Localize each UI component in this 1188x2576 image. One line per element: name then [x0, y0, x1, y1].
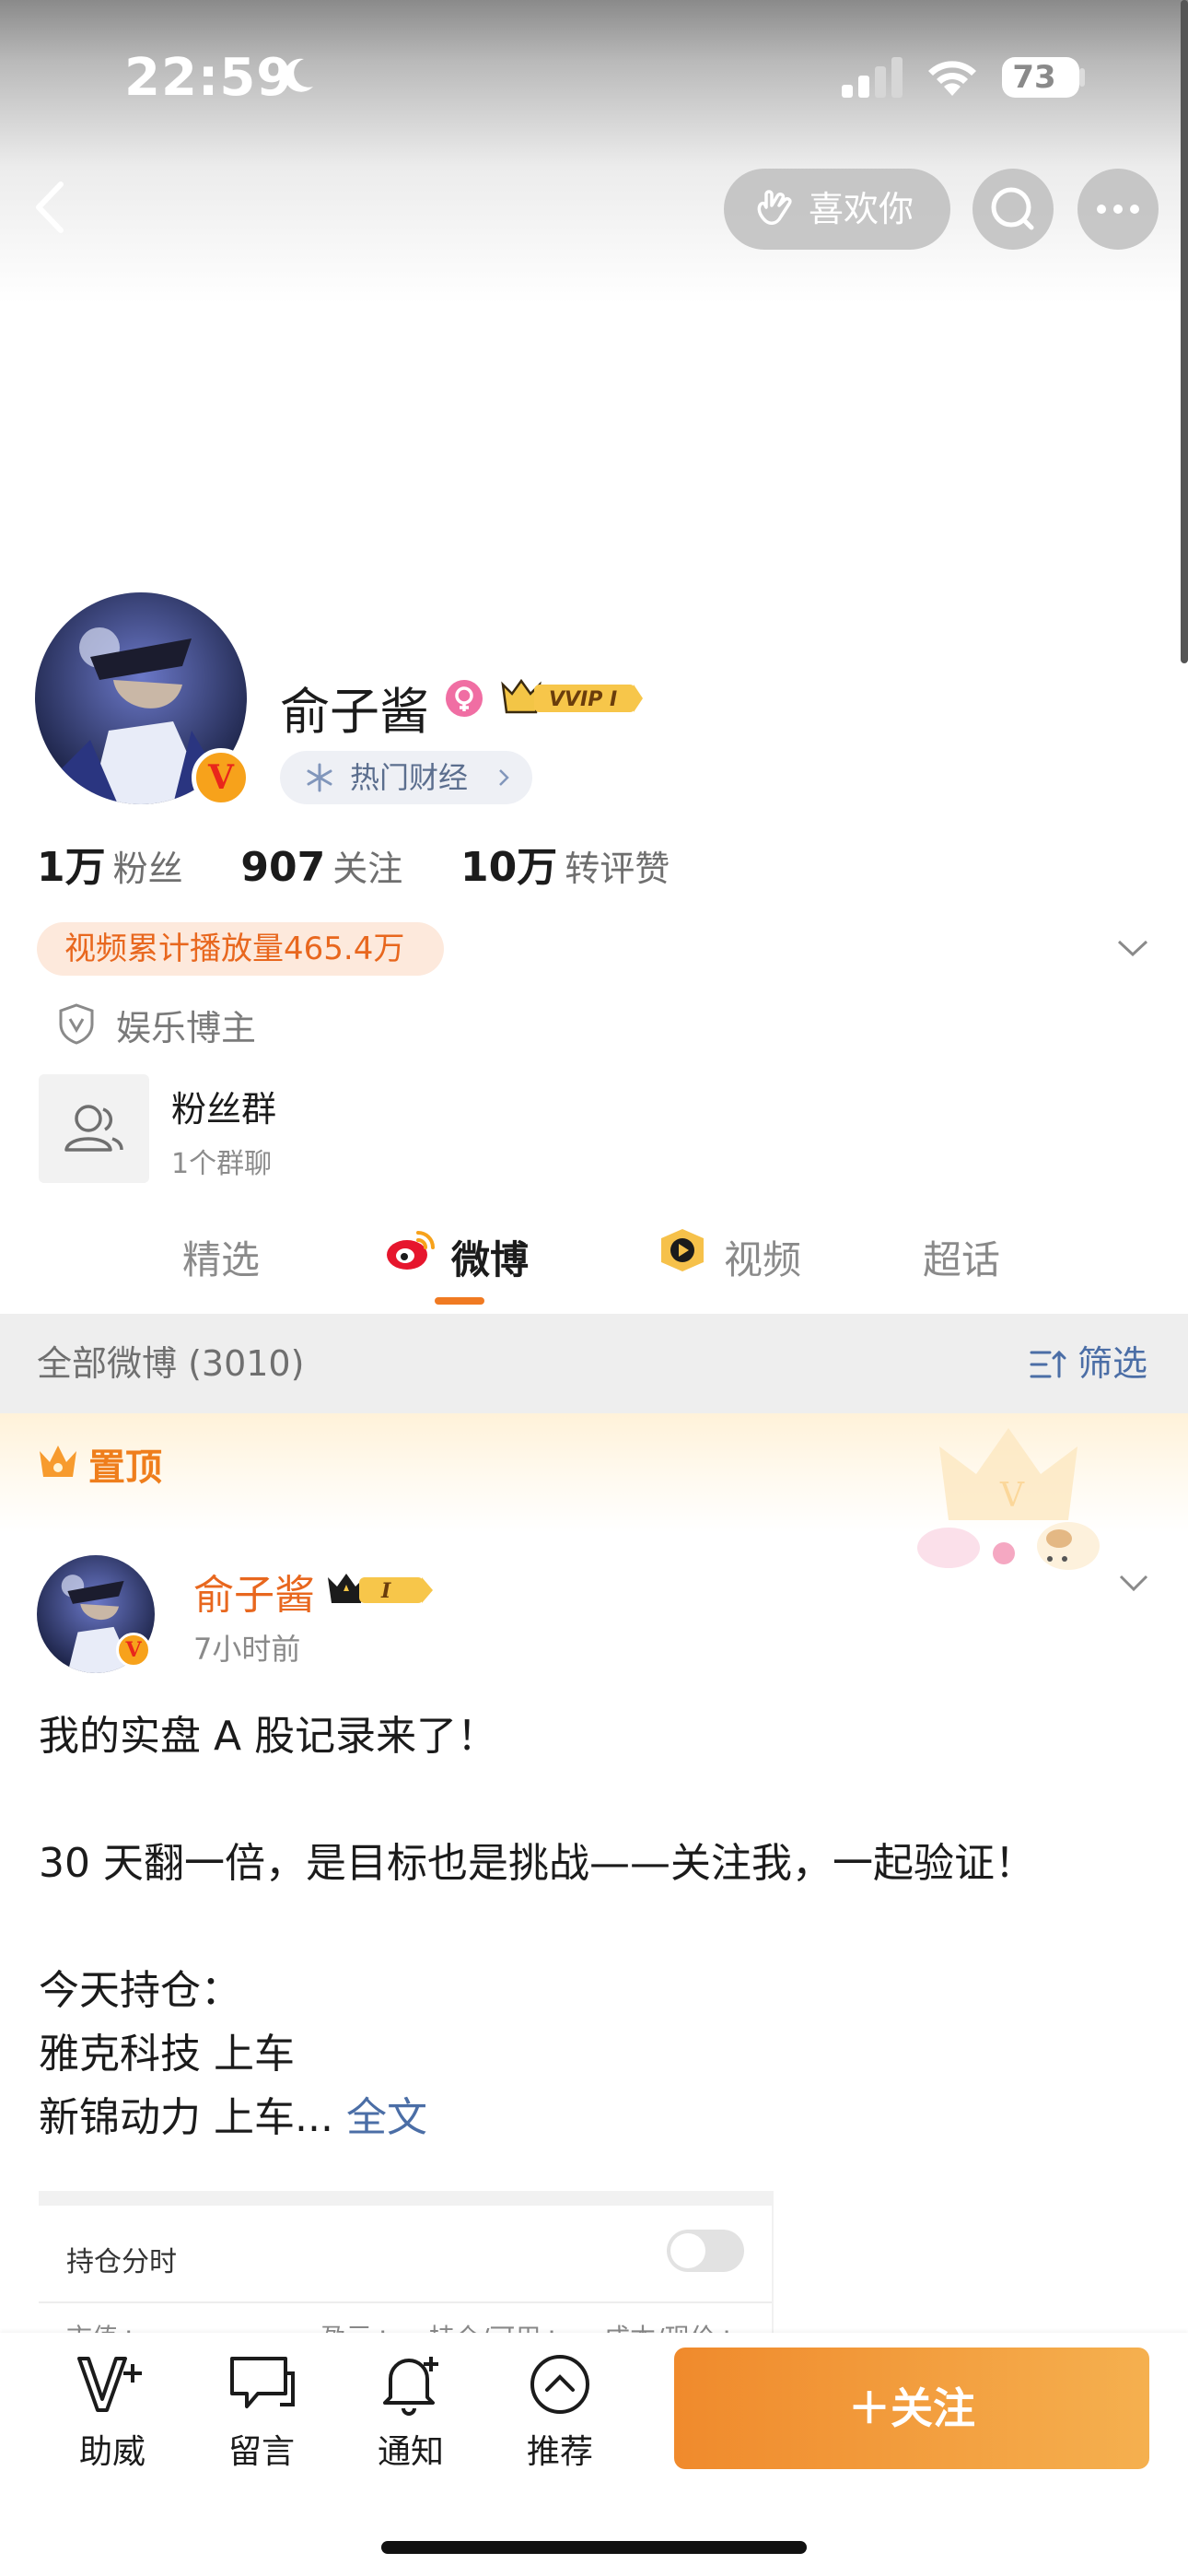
- video-logo-icon: [661, 1229, 704, 1271]
- gender-female-icon: [446, 680, 483, 717]
- fan-group-title[interactable]: 粉丝群: [171, 1081, 276, 1131]
- search-button[interactable]: [973, 169, 1054, 250]
- post-menu-chevron-icon[interactable]: [1118, 1574, 1149, 1592]
- post-time: 7小时前: [193, 1632, 301, 1667]
- tab-video[interactable]: 视频: [724, 1229, 801, 1285]
- weibo-logo-icon: [387, 1231, 435, 1270]
- chevron-up-circle-icon: [530, 2355, 589, 2414]
- verified-badge: V: [192, 748, 250, 807]
- post-line-2: 30 天翻一倍，是目标也是挑战——关注我，一起验证！: [39, 1840, 1035, 1887]
- filter-icon[interactable]: [1030, 1349, 1070, 1380]
- battery-tip: [1079, 68, 1085, 87]
- post-line-1: 我的实盘 A 股记录来了！: [39, 1713, 498, 1760]
- pinned-label: 置顶: [88, 1446, 162, 1489]
- shield-icon: [59, 1003, 94, 1045]
- follow-button[interactable]: ＋关注: [674, 2348, 1149, 2469]
- vvip-badge[interactable]: VVIP I: [497, 673, 645, 721]
- notify-label: 通知: [377, 2433, 444, 2471]
- recommend-button[interactable]: 推荐: [505, 2351, 615, 2473]
- moon-icon: [284, 58, 313, 92]
- status-time: 22:59: [124, 48, 294, 108]
- active-tab-indicator: [435, 1297, 484, 1305]
- following-label[interactable]: 关注: [332, 849, 402, 889]
- home-indicator[interactable]: [381, 2541, 807, 2554]
- profile-name: 俞子酱: [280, 683, 429, 741]
- interactions-count[interactable]: 10万: [460, 844, 557, 891]
- topic-tag[interactable]: 热门财经: [280, 751, 532, 804]
- post-vip-level: I: [380, 1579, 391, 1603]
- full-text-link[interactable]: 全文: [346, 2094, 427, 2141]
- cheer-label: 助威: [78, 2433, 146, 2471]
- post-author-name[interactable]: 俞子酱: [193, 1562, 315, 1621]
- cheer-button[interactable]: 助威: [57, 2351, 168, 2473]
- play-count-badge[interactable]: 视频累计播放量465.4万: [37, 922, 444, 976]
- following-count[interactable]: 907: [240, 844, 325, 891]
- post-line-5-text: 新锦动力 上车...: [39, 2094, 333, 2141]
- post-line-3: 今天持仓：: [39, 1967, 241, 2014]
- all-posts-count[interactable]: 全部微博 (3010): [37, 1314, 304, 1413]
- more-button[interactable]: [1077, 169, 1159, 250]
- hand-heart-icon: [757, 190, 792, 225]
- battery-indicator: 73: [1002, 57, 1079, 98]
- filter-bar: 全部微博 (3010) 筛选: [0, 1314, 1188, 1413]
- filter-button[interactable]: 筛选: [1077, 1314, 1147, 1413]
- followers-count[interactable]: 1万: [37, 844, 106, 891]
- chat-icon: [230, 2357, 295, 2408]
- post-vip-badge[interactable]: I: [324, 1566, 437, 1610]
- tab-weibo[interactable]: 微博: [451, 1229, 529, 1285]
- notify-button[interactable]: 通知: [355, 2351, 466, 2473]
- signal-icon: [842, 57, 903, 98]
- wifi-icon: [928, 61, 976, 96]
- interactions-label[interactable]: 转评赞: [565, 849, 670, 889]
- svg-text:V: V: [999, 1477, 1025, 1515]
- post-line-4: 雅克科技 上车: [39, 2031, 295, 2078]
- scrollbar[interactable]: [1181, 0, 1188, 663]
- header-background: [0, 0, 1188, 304]
- category-tag: 娱乐博主: [116, 1008, 257, 1048]
- chevron-right-icon: [499, 769, 509, 786]
- recommend-label: 推荐: [526, 2433, 593, 2471]
- topic-label: 热门财经: [350, 760, 469, 795]
- bell-plus-icon: [383, 2357, 438, 2416]
- more-icon: [1097, 205, 1139, 214]
- fan-group-subtitle: 1个群聊: [171, 1148, 273, 1180]
- chevron-down-icon[interactable]: [1116, 938, 1149, 958]
- message-label: 留言: [227, 2433, 295, 2471]
- crown-icon: [40, 1446, 76, 1477]
- battery-level: 73: [1012, 59, 1056, 96]
- like-button[interactable]: 喜欢你: [724, 169, 950, 250]
- fan-group-icon[interactable]: [39, 1074, 149, 1183]
- followers-label[interactable]: 粉丝: [113, 849, 183, 889]
- like-label: 喜欢你: [809, 189, 914, 229]
- tab-super-topic[interactable]: 超话: [923, 1229, 1000, 1285]
- vvip-text: VVIP I: [549, 688, 617, 711]
- post-line-5: 新锦动力 上车... 全文: [39, 2084, 427, 2143]
- message-button[interactable]: 留言: [206, 2351, 317, 2473]
- profile-stats: 1万 粉丝 907 关注 10万 转评赞: [37, 834, 716, 893]
- post-image-card[interactable]: 持仓分时 市值≑ 盈亏≑ 持仓/可用≑ 成本/现价≑: [39, 2191, 774, 2353]
- play-count-text: 视频累计播放量465.4万: [64, 931, 405, 967]
- decoration-sticker-icon: V: [917, 1428, 1100, 1570]
- post-verified-badge: V: [116, 1633, 151, 1668]
- search-icon: [991, 187, 1034, 230]
- card-toggle[interactable]: [667, 2230, 744, 2272]
- back-icon[interactable]: [24, 175, 79, 240]
- tab-featured[interactable]: 精选: [182, 1229, 260, 1285]
- card-title: 持仓分时: [66, 2246, 177, 2278]
- snowflake-icon: [307, 763, 332, 792]
- cheer-icon: [77, 2357, 142, 2412]
